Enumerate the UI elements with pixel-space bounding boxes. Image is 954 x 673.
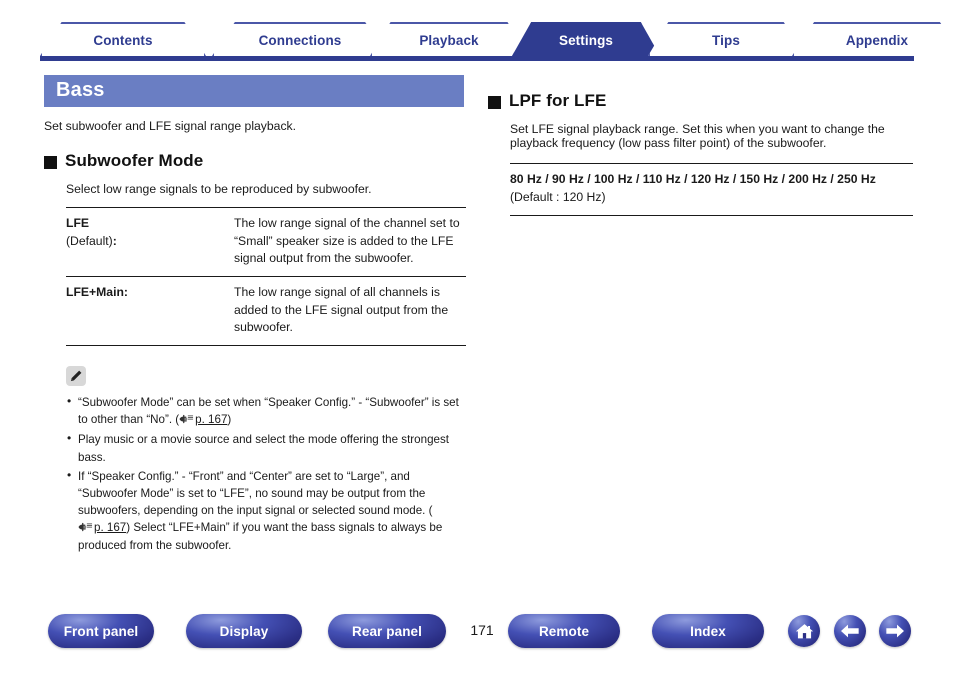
page-intro: Set subwoofer and LFE signal range playb… — [44, 119, 297, 133]
display-button[interactable]: Display — [186, 614, 302, 648]
tab-label: Playback — [419, 32, 479, 48]
note-text-after: ) Select “LFE+Main” if you want the bass… — [78, 521, 443, 553]
left-column: Bass Set subwoofer and LFE signal range … — [44, 75, 466, 557]
section-subtitle: Set LFE signal playback range. Set this … — [510, 122, 885, 150]
note-list: “Subwoofer Mode” can be set when “Speake… — [66, 393, 466, 555]
back-arrow-icon[interactable] — [834, 615, 866, 647]
tab-contents[interactable]: Contents — [40, 22, 206, 56]
section-subtitle: Select low range signals to be reproduce… — [66, 182, 372, 196]
page-reference-number: p. 167 — [195, 413, 228, 427]
tab-bar-rule — [40, 56, 914, 61]
rear-panel-button[interactable]: Rear panel — [328, 614, 446, 648]
tab-label: Settings — [558, 32, 614, 48]
index-button[interactable]: Index — [652, 614, 764, 648]
button-label: Display — [219, 623, 269, 639]
tab-settings[interactable]: Settings — [512, 22, 660, 56]
list-item: If “Speaker Config.” - “Front” and “Cent… — [66, 467, 466, 555]
button-label: Front panel — [63, 623, 139, 639]
term-name: LFE+Main: — [66, 285, 128, 300]
tab-playback[interactable]: Playback — [370, 22, 528, 56]
section-heading-label: Subwoofer Mode — [65, 151, 204, 170]
lpf-values: 80 Hz / 90 Hz / 100 Hz / 110 Hz / 120 Hz… — [510, 172, 876, 186]
term-default-note: (Default) — [66, 233, 113, 248]
lpf-default: (Default : 120 Hz) — [510, 190, 606, 205]
table-cell-description: The low range signal of the channel set … — [234, 216, 460, 266]
tab-connections[interactable]: Connections — [212, 22, 388, 56]
square-bullet-icon — [488, 95, 501, 109]
note-text-after: ) — [227, 413, 232, 427]
tab-bar: Contents Connections Playback Settings T… — [40, 22, 954, 58]
pointing-hand-icon — [78, 520, 93, 537]
table-row: LFE (Default): The low range signal of t… — [66, 207, 466, 277]
pencil-icon — [66, 366, 86, 387]
section-heading-label: LPF for LFE — [509, 91, 607, 110]
page-reference-link[interactable]: p. 167 — [78, 521, 126, 534]
subwoofer-mode-table: LFE (Default): The low range signal of t… — [66, 207, 466, 346]
tab-tips[interactable]: Tips — [648, 22, 804, 56]
note-text: Play music or a movie source and select … — [78, 433, 449, 464]
section-heading-subwoofer-mode: Subwoofer Mode — [44, 151, 464, 171]
remote-button[interactable]: Remote — [508, 614, 620, 648]
note-text: “Subwoofer Mode” can be set when “Speake… — [78, 396, 459, 427]
tab-label: Tips — [712, 32, 740, 48]
page-title: Bass — [44, 75, 464, 107]
button-label: Index — [690, 623, 726, 639]
table-cell-term: LFE (Default): — [66, 208, 234, 277]
tab-label: Connections — [258, 32, 342, 48]
home-icon[interactable] — [788, 615, 820, 647]
square-bullet-icon — [44, 155, 57, 169]
tab-label: Appendix — [845, 32, 909, 48]
right-column: LPF for LFE Set LFE signal playback rang… — [488, 73, 913, 216]
page-number: 171 — [470, 622, 494, 638]
lpf-value-range: 80 Hz / 90 Hz / 100 Hz / 110 Hz / 120 Hz… — [510, 163, 913, 216]
front-panel-button[interactable]: Front panel — [48, 614, 154, 648]
pointing-hand-icon — [179, 412, 194, 429]
tab-appendix[interactable]: Appendix — [792, 22, 954, 56]
button-label: Rear panel — [351, 623, 423, 639]
list-item: Play music or a movie source and select … — [66, 430, 466, 465]
note-block: “Subwoofer Mode” can be set when “Speake… — [66, 366, 466, 554]
term-name: LFE — [66, 216, 90, 230]
note-text: If “Speaker Config.” - “Front” and “Cent… — [78, 469, 433, 518]
forward-arrow-icon[interactable] — [879, 615, 911, 647]
tab-label: Contents — [93, 32, 153, 48]
table-cell-description: The low range signal of all channels is … — [234, 285, 449, 335]
list-item: “Subwoofer Mode” can be set when “Speake… — [66, 393, 466, 429]
button-label: Remote — [538, 623, 590, 639]
table-row: LFE+Main: The low range signal of all ch… — [66, 276, 466, 346]
page-reference-number: p. 167 — [94, 521, 127, 535]
footer-bar: Front panel Display Rear panel 171 Remot… — [0, 614, 954, 662]
term-colon: : — [112, 233, 117, 248]
table-cell-term: LFE+Main: — [66, 277, 234, 346]
page-reference-link[interactable]: p. 167 — [179, 413, 227, 426]
section-heading-lpf-for-lfe: LPF for LFE — [488, 91, 913, 111]
